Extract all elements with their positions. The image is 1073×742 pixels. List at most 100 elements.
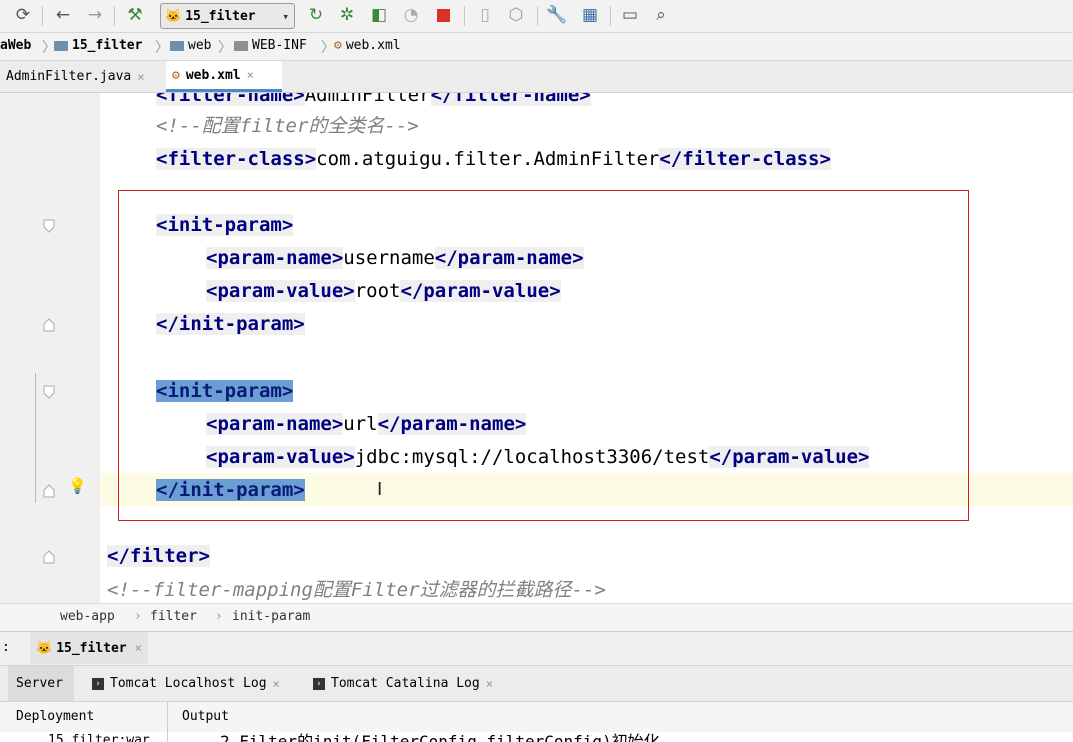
breadcrumb-project[interactable]: aWeb (0, 38, 31, 53)
tab-adminfilter-java[interactable]: AdminFilter.java × (0, 61, 162, 92)
fold-icon[interactable] (43, 219, 55, 233)
web-folder-icon (170, 40, 184, 51)
breadcrumb-separator: 〉 (218, 40, 232, 56)
fold-icon[interactable] (43, 385, 55, 399)
xml-path-item[interactable]: web-app (60, 609, 115, 624)
build-hammer-icon[interactable]: ⚒ (124, 4, 146, 26)
tab-tomcat-localhost-log[interactable]: › Tomcat Localhost Log × (84, 666, 288, 701)
editor-tabs: AdminFilter.java × ⚙ web.xml × (0, 61, 1073, 93)
tab-web-xml[interactable]: ⚙ web.xml × (166, 61, 282, 92)
column-deployment: Deployment (16, 709, 95, 724)
log-icon: › (92, 677, 104, 690)
breadcrumb-separator: 〉 (321, 40, 335, 56)
editor-gutter (0, 93, 100, 603)
back-icon[interactable]: ← (52, 4, 74, 26)
code-line: <filter-class>com.atguigu.filter.AdminFi… (156, 147, 831, 172)
terminal-icon[interactable]: ▭ (619, 4, 641, 26)
fold-icon[interactable] (43, 550, 55, 564)
column-output: Output (182, 709, 229, 724)
tab-label: Server (16, 676, 63, 691)
tab-label: AdminFilter.java (6, 69, 132, 84)
module-folder-icon (54, 40, 68, 51)
breadcrumb-file-label: web.xml (345, 38, 401, 53)
tab-server[interactable]: Server (8, 666, 74, 701)
services-output: 15_filter:war 2.Filter的init(FilterConfig… (0, 732, 1073, 742)
code-line: <!--filter-mapping配置Filter过滤器的拦截路径--> (107, 578, 606, 603)
services-title: 15_filter (56, 640, 127, 656)
breadcrumb-project-label: aWeb (0, 38, 32, 53)
code-line: <!--配置filter的全类名--> (156, 114, 419, 139)
tab-label: Tomcat Catalina Log (331, 676, 480, 691)
highlight-box (118, 190, 969, 521)
run-config-label: 15_filter (185, 8, 256, 24)
device-icon[interactable]: ▯ (474, 4, 496, 26)
xml-comment: <!--配置filter的全类名--> (156, 115, 419, 137)
folder-icon (234, 40, 248, 51)
xml-text: AdminFilter (304, 93, 431, 106)
close-icon[interactable]: × (135, 641, 142, 655)
breadcrumb-web-label: web (188, 38, 212, 53)
toolbar-separator (42, 6, 43, 26)
xml-tag: <filter-class> (156, 148, 317, 170)
tab-label: Tomcat Localhost Log (110, 676, 267, 691)
fold-icon[interactable] (43, 484, 55, 498)
breadcrumb-web[interactable]: web (170, 38, 211, 53)
project-structure-icon[interactable]: ▦ (579, 4, 601, 26)
xml-file-icon: ⚙ (334, 38, 342, 53)
xml-tag: </filter-name> (430, 93, 591, 106)
services-prefix: : (2, 640, 10, 655)
close-icon[interactable]: × (486, 677, 493, 691)
services-tab[interactable]: 🐱 15_filter × (30, 632, 148, 664)
toolbar-separator (464, 6, 465, 26)
deployment-item[interactable]: 15_filter:war (48, 733, 150, 742)
debug-icon[interactable]: ✲ (336, 4, 358, 26)
services-tabs: Server › Tomcat Localhost Log × › Tomcat… (0, 665, 1073, 702)
breadcrumb-file[interactable]: ⚙ web.xml (334, 38, 401, 53)
breadcrumb-webinf[interactable]: WEB-INF (234, 38, 307, 53)
services-columns: Deployment Output (0, 701, 1073, 733)
sync-icon[interactable]: ⟳ (12, 4, 34, 26)
toolbar-separator (537, 6, 538, 26)
fold-icon[interactable] (43, 318, 55, 332)
breadcrumb-module-label: 15_filter (72, 38, 143, 53)
wrench-icon[interactable]: 🔧 (546, 4, 568, 26)
close-icon[interactable]: × (247, 68, 254, 82)
xml-path-breadcrumb: web-app › filter › init-param (0, 603, 1073, 631)
breadcrumb-webinf-label: WEB-INF (252, 38, 307, 53)
tomcat-icon: 🐱 (36, 640, 53, 656)
xml-tag: </filter-class> (659, 148, 831, 170)
chevron-right-icon: › (134, 609, 142, 624)
xml-file-icon: ⚙ (172, 67, 180, 83)
code-editor[interactable]: 💡 <filter-name>AdminFilter</filter-name>… (0, 93, 1073, 603)
xml-tag: </filter> (107, 545, 210, 567)
xml-tag: <filter-name> (156, 93, 305, 106)
services-header: : 🐱 15_filter × (0, 631, 1073, 665)
breadcrumb-separator: 〉 (155, 40, 169, 56)
forward-icon[interactable]: → (84, 4, 106, 26)
column-divider[interactable] (167, 702, 168, 732)
profile-icon[interactable]: ◔ (400, 4, 422, 26)
deploy-icon[interactable]: ⬡ (505, 4, 527, 26)
breadcrumb: aWeb 〉 15_filter 〉 web 〉 WEB-INF 〉 ⚙ web.… (0, 33, 1073, 61)
tomcat-icon: 🐱 (165, 8, 182, 24)
coverage-icon[interactable]: ◧ (368, 4, 390, 26)
xml-path-item[interactable]: filter (150, 609, 197, 624)
xml-path-item[interactable]: init-param (232, 609, 310, 624)
close-icon[interactable]: × (273, 677, 280, 691)
tab-label: web.xml (185, 67, 241, 83)
run-icon[interactable]: ↻ (305, 4, 327, 26)
chevron-down-icon: ▾ (282, 9, 289, 23)
search-icon[interactable]: ⌕ (650, 4, 672, 26)
column-divider (167, 732, 168, 742)
log-icon: › (313, 677, 325, 690)
lightbulb-icon[interactable]: 💡 (68, 477, 87, 495)
close-icon[interactable]: × (137, 70, 144, 84)
tab-tomcat-catalina-log[interactable]: › Tomcat Catalina Log × (305, 666, 501, 701)
toolbar-separator (114, 6, 115, 26)
stop-icon[interactable] (432, 4, 454, 26)
xml-text: com.atguigu.filter.AdminFilter (316, 148, 660, 170)
code-line: </filter> (107, 544, 210, 569)
run-configuration-select[interactable]: 🐱 15_filter ▾ (160, 3, 295, 29)
toolbar-separator (610, 6, 611, 26)
breadcrumb-module[interactable]: 15_filter (54, 38, 142, 53)
